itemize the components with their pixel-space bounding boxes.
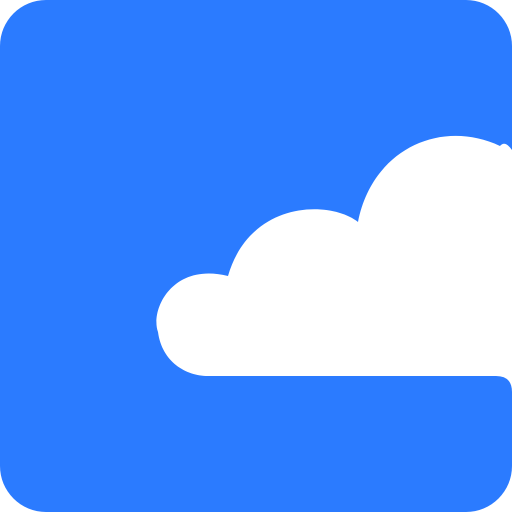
app-icon-graphic <box>0 0 512 512</box>
cloud-app-icon <box>0 0 512 512</box>
